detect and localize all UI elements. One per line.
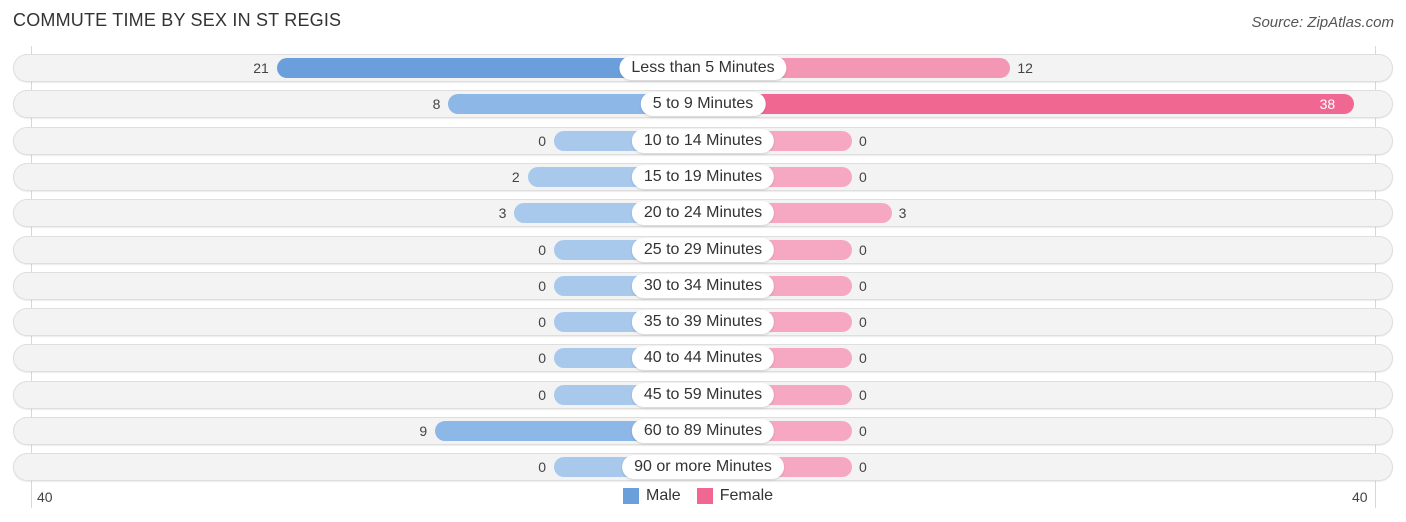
chart-title: COMMUTE TIME BY SEX IN ST REGIS bbox=[13, 10, 342, 30]
axis-label-left: 40 bbox=[37, 489, 53, 505]
value-label-male: 0 bbox=[538, 277, 546, 294]
category-label: 90 or more Minutes bbox=[622, 455, 784, 480]
axis-label-right: 40 bbox=[1352, 489, 1368, 505]
legend-label-female: Female bbox=[719, 487, 774, 504]
value-label-male: 0 bbox=[538, 350, 546, 367]
value-label-male: 21 bbox=[253, 60, 269, 76]
category-label: 15 to 19 Minutes bbox=[631, 164, 775, 189]
category-label: 10 to 14 Minutes bbox=[631, 128, 775, 153]
value-label-female: 0 bbox=[859, 386, 867, 403]
category-label: 20 to 24 Minutes bbox=[631, 201, 775, 226]
value-label-female: 0 bbox=[859, 168, 867, 185]
value-label-female: 12 bbox=[1017, 60, 1033, 76]
value-label-male: 0 bbox=[538, 459, 546, 476]
value-label-male: 0 bbox=[538, 314, 546, 331]
bar-female bbox=[693, 94, 1354, 115]
category-label: 45 to 59 Minutes bbox=[631, 382, 775, 407]
legend-swatch-male bbox=[623, 488, 639, 504]
category-label: 60 to 89 Minutes bbox=[631, 419, 775, 443]
value-label-male: 9 bbox=[419, 423, 428, 439]
category-label: 25 to 29 Minutes bbox=[631, 237, 775, 262]
value-label-female: 0 bbox=[859, 350, 867, 367]
value-label-male: 8 bbox=[432, 96, 441, 113]
category-label: 40 to 44 Minutes bbox=[631, 346, 775, 371]
value-label-male: 0 bbox=[538, 386, 546, 403]
value-label-male: 3 bbox=[498, 205, 507, 222]
legend-swatch-female bbox=[696, 488, 713, 504]
value-label-female: 0 bbox=[859, 423, 867, 439]
category-label: 30 to 34 Minutes bbox=[631, 273, 775, 298]
value-label-female: 3 bbox=[898, 205, 907, 222]
category-label: Less than 5 Minutes bbox=[619, 56, 787, 80]
value-label-female: 0 bbox=[859, 132, 867, 149]
value-label-female: 0 bbox=[859, 314, 867, 331]
value-label-female: 0 bbox=[859, 241, 867, 258]
value-label-female: 0 bbox=[859, 459, 867, 476]
legend: Male Female bbox=[623, 487, 789, 505]
category-label: 35 to 39 Minutes bbox=[631, 310, 775, 335]
legend-label-male: Male bbox=[646, 487, 681, 504]
legend-item-male: Male bbox=[623, 487, 681, 505]
value-label-female: 38 bbox=[1319, 96, 1336, 113]
value-label-male: 0 bbox=[538, 241, 546, 258]
category-label: 5 to 9 Minutes bbox=[640, 92, 766, 117]
value-label-female: 0 bbox=[859, 277, 867, 294]
legend-item-female: Female bbox=[696, 487, 774, 505]
source-label: Source: ZipAtlas.com bbox=[1251, 14, 1394, 31]
value-label-male: 2 bbox=[511, 168, 520, 185]
value-label-male: 0 bbox=[538, 132, 546, 149]
